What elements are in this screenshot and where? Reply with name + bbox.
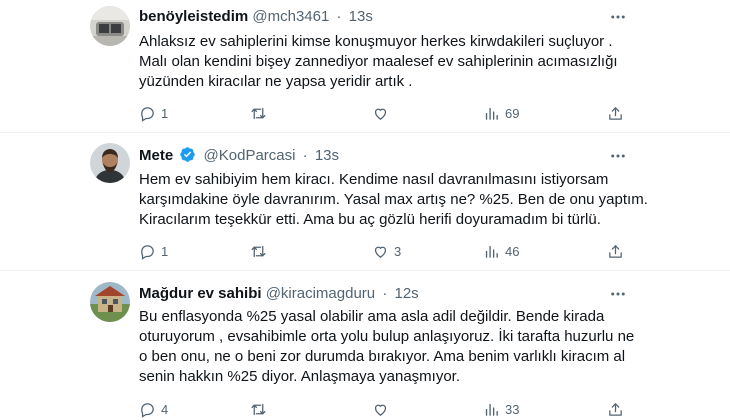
tweet-text-line: oturuyorum , evsahibimle orta yolu bulup… [139,328,635,345]
tweet-text-line: Kiracılarım teşekkür etti. Ama bu aç göz… [139,211,601,228]
tweet[interactable]: Mağdur ev sahibi @kiracimagduru · 12s Bu… [0,271,730,420]
views-count: 46 [505,243,520,259]
tweet-actions: 4 33 [139,399,639,419]
separator-dot: · [302,147,308,164]
tweet-text-line: senin hakkın %25 diyor. Anlaşmaya yanaşm… [139,368,461,385]
user-handle[interactable]: @KodParcasi [204,147,296,164]
tweet-text-line: Bu enflasyonda %25 yasal olabilir ama as… [139,308,605,325]
tweet-header: Mağdur ev sahibi @kiracimagduru · 12s [139,284,419,304]
reply-count: 1 [161,243,169,259]
more-icon [611,154,625,158]
more-options-button[interactable] [607,7,629,27]
tweet-text-line: Malı olan kendini bişey zannediyor maale… [139,53,618,70]
retweet-icon [251,245,266,257]
retweet-icon [251,107,266,119]
views-button[interactable]: 33 [483,399,519,419]
retweet-button[interactable] [250,103,267,123]
tweet-text: Bu enflasyonda %25 yasal olabilir ama as… [139,307,639,387]
reply-button[interactable]: 1 [139,241,168,261]
like-button[interactable] [372,399,389,419]
share-icon [609,106,622,120]
share-button[interactable] [607,103,624,123]
user-handle[interactable]: @kiracimagduru [266,285,375,302]
tweet-header: benöyleistedim @mch3461 · 13s [139,7,373,27]
like-icon [374,404,387,416]
tweet-text: Ahlaksız ev sahiplerini kimse konuşmuyor… [139,32,639,92]
like-icon [374,246,387,258]
avatar[interactable] [90,6,130,46]
reply-button[interactable]: 1 [139,103,168,123]
tweet[interactable]: benöyleistedim @mch3461 · 13s Ahlaksız e… [0,0,730,133]
views-count: 33 [505,401,520,417]
like-icon [374,108,387,120]
tweet-header: Mete @KodParcasi · 13s [139,146,339,166]
like-button[interactable]: 3 [372,241,401,261]
display-name[interactable]: benöyleistedim [139,8,248,25]
views-count: 69 [505,105,520,121]
tweet-text-line: karşımdakine öyle davranırım. Yasal max … [139,191,648,208]
views-icon [485,403,498,416]
views-icon [485,107,498,120]
views-button[interactable]: 69 [483,103,519,123]
views-icon [485,245,498,258]
share-icon [609,244,622,258]
more-options-button[interactable] [607,146,629,166]
reply-icon [141,402,154,418]
retweet-icon [251,403,266,415]
reply-icon [141,106,154,122]
tweet-actions: 1 69 [139,103,639,123]
separator-dot: · [382,285,388,302]
more-icon [611,292,625,296]
views-button[interactable]: 46 [483,241,519,261]
retweet-button[interactable] [250,241,267,261]
tweet-text-line: Ahlaksız ev sahiplerini kimse konuşmuyor… [139,33,613,50]
share-button[interactable] [607,399,624,419]
tweet-text-line: yüzünden kiracılar ne yapsa yeridir artı… [139,73,413,90]
tweet-text-line: Hem ev sahibiyim hem kiracı. Kendime nas… [139,171,609,188]
share-button[interactable] [607,241,624,261]
share-icon [609,402,622,416]
like-button[interactable] [372,103,389,123]
tweet[interactable]: Mete @KodParcasi · 13s Hem ev sahibiyim … [0,133,730,271]
retweet-button[interactable] [250,399,267,419]
timestamp[interactable]: 13s [315,147,339,164]
avatar[interactable] [90,282,130,322]
display-name[interactable]: Mete [139,147,173,164]
tweet-text-line: o ben onu, ne o beni zor durumda bırakıy… [139,348,626,365]
more-icon [611,15,625,19]
user-handle[interactable]: @mch3461 [252,8,329,25]
more-options-button[interactable] [607,284,629,304]
like-count: 3 [394,243,402,259]
reply-count: 1 [161,105,169,121]
avatar[interactable] [90,143,130,183]
verified-icon [180,147,196,162]
reply-icon [141,244,154,260]
reply-count: 4 [161,401,169,417]
tweet-text: Hem ev sahibiyim hem kiracı. Kendime nas… [139,170,648,230]
separator-dot: · [336,8,342,25]
reply-button[interactable]: 4 [139,399,168,419]
tweet-actions: 1 3 46 [139,241,639,261]
timestamp[interactable]: 13s [349,8,373,25]
timestamp[interactable]: 12s [394,285,418,302]
display-name[interactable]: Mağdur ev sahibi [139,285,262,302]
